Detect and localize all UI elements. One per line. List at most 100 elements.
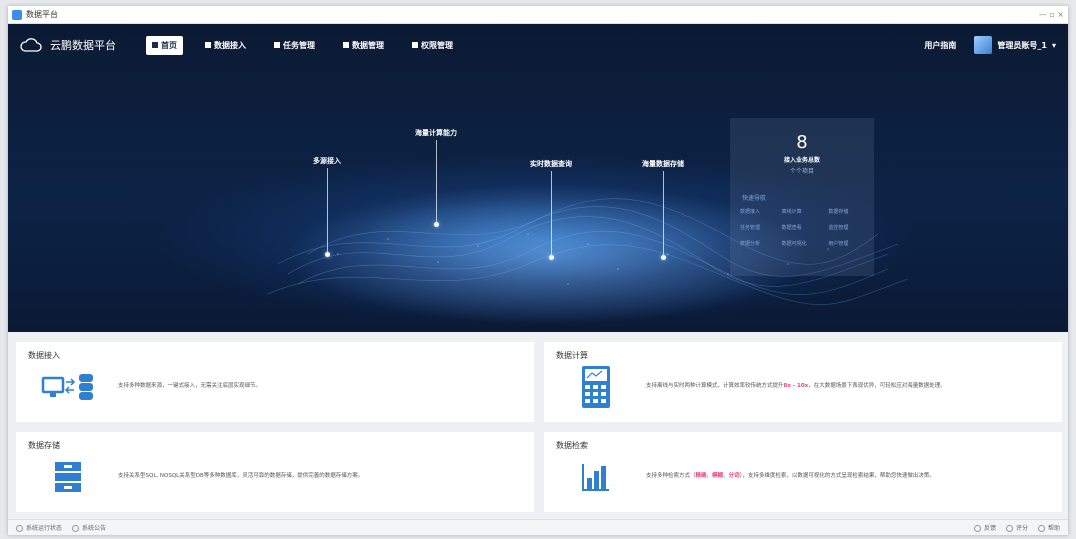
nav-right: 用户指南 管理员账号_1 ▾ [924, 36, 1056, 54]
status-item[interactable]: 系统公告 [72, 523, 106, 532]
task-icon [274, 42, 280, 48]
status-bar: 系统运行状态 系统公告 反馈 评分 帮助 [8, 519, 1068, 535]
business-count-label: 接入业务总数 [783, 157, 820, 164]
status-item[interactable]: 帮助 [1037, 523, 1060, 532]
card-data-ingest[interactable]: 数据接入 支持多种数据来源，一键式接入，无需关注底层实现细节。 [16, 342, 534, 422]
user-guide-link[interactable]: 用户指南 [924, 40, 956, 51]
feature-stem [663, 171, 664, 257]
nav-item-label: 数据接入 [214, 40, 246, 50]
card-title: 数据存储 [28, 441, 60, 450]
feedback-icon [973, 525, 981, 532]
feature-label: 海量数据存储 [642, 160, 684, 168]
feature-label: 实时数据查询 [530, 160, 572, 168]
brand[interactable]: 云鹏数据平台 [20, 37, 116, 53]
desc-highlight: 精确 [695, 473, 707, 480]
particle-wave-background [267, 184, 909, 324]
top-navbar: 云鹏数据平台 首页 数据接入 任务管理 数据管理 权限管理 用户指南 管理员账号… [8, 24, 1068, 66]
business-count-sub: 个个项目 [789, 168, 814, 175]
quick-nav-link[interactable]: 数据接入 [740, 208, 776, 215]
nav-item-home[interactable]: 首页 [146, 35, 183, 55]
desc-text: 支持多种检索方式（ [646, 473, 696, 480]
status-item[interactable]: 系统运行状态 [16, 523, 62, 532]
nav-item-label: 任务管理 [283, 40, 315, 50]
data-ingest-icon [40, 367, 96, 407]
card-desc: 支持离线与实时两种计算模式，计算效率较传统方式提升8x - 10x，在大数据场景… [646, 382, 946, 392]
quick-nav-link[interactable]: 离线计算 [782, 208, 823, 215]
quick-nav-link[interactable]: 数据分析 [740, 240, 776, 247]
card-title: 数据计算 [556, 351, 588, 360]
nav-item-label: 权限管理 [421, 40, 453, 50]
user-menu[interactable]: 管理员账号_1 ▾ [974, 36, 1056, 54]
user-name: 管理员账号_1 [997, 40, 1047, 50]
card-desc: 支持关系型SQL, NOSQL关系型DB等多种数据库，灵活可靠的数据存储，提供完… [118, 473, 364, 480]
status-item[interactable]: 反馈 [973, 523, 996, 532]
quick-nav-link[interactable]: 任务管理 [740, 224, 776, 231]
quick-nav-tags: 数据接入 离线计算 数据存储 任务管理 数据查看 监控管理 数据分析 数据可视化… [730, 208, 874, 247]
card-desc: 支持多种检索方式（精确、模糊、分词），支持多维度检索，以数据可视化的方式呈现检索… [646, 472, 935, 482]
desc-text: ），支持多维度检索，以数据可视化的方式呈现检索结果，帮助您快速做出决策。 [739, 473, 935, 480]
bar-chart-icon [568, 457, 624, 497]
feature-storage: 海量数据存储 [635, 159, 691, 260]
desc-highlight: 分词 [728, 473, 740, 480]
desc-text: 支持离线与实时两种计算模式，计算效率较传统方式提升 [646, 383, 784, 390]
card-desc: 支持多种数据来源，一键式接入，无需关注底层实现细节。 [118, 383, 262, 390]
feature-label: 海量计算能力 [415, 129, 457, 137]
status-circle-icon [16, 525, 23, 532]
card-data-compute[interactable]: 数据计算 支持离线与实时两种计算模式，计算效率较传统方式提升8x - 10x，在… [544, 342, 1062, 422]
chevron-down-icon: ▾ [1051, 40, 1056, 50]
title-bar: 数据平台 — ▫ × [8, 6, 1068, 24]
quick-nav-link[interactable]: 监控管理 [828, 224, 864, 231]
feature-cards: 数据接入 支持多种数据来源，一键式接入，无需关注底层实现细节。 数据计算 支持离… [16, 342, 1062, 512]
brand-name: 云鹏数据平台 [50, 39, 116, 52]
main-nav: 首页 数据接入 任务管理 数据管理 权限管理 [146, 35, 459, 55]
business-count: 8 [796, 132, 808, 153]
feature-stem [327, 168, 328, 254]
card-title: 数据接入 [28, 351, 60, 360]
nav-item-data-management[interactable]: 数据管理 [337, 36, 390, 55]
feature-stem [551, 171, 552, 257]
stats-panel: 8 接入业务总数 个个项目 快速导航 数据接入 离线计算 数据存储 任务管理 数… [730, 118, 874, 276]
feature-label: 多源接入 [313, 157, 341, 165]
card-data-search[interactable]: 数据检索 支持多种检索方式（精确、模糊、分词），支持多维度检索，以数据可视化的方… [544, 432, 1062, 512]
window-controls[interactable]: — ▫ × [1039, 10, 1064, 19]
card-title: 数据检索 [556, 441, 588, 450]
quick-nav-link[interactable]: 数据可视化 [782, 240, 823, 247]
storage-icon [40, 457, 96, 497]
feature-compute: 海量计算能力 [408, 128, 464, 227]
desc-highlight: 8x - 10x [783, 383, 809, 390]
feature-realtime-query: 实时数据查询 [523, 159, 579, 260]
database-icon [205, 42, 211, 48]
nav-item-data-ingest[interactable]: 数据接入 [199, 36, 252, 55]
desc-text: ，在大数据场景下表现优异，可轻松应对海量数据处理。 [808, 383, 946, 390]
avatar [974, 36, 993, 54]
calculator-icon [568, 366, 624, 408]
feature-dot [325, 252, 330, 257]
quick-nav-link[interactable]: 数据查看 [782, 224, 823, 231]
data-icon [343, 42, 349, 48]
window-title: 数据平台 [26, 10, 58, 19]
feature-multi-source: 多源接入 [302, 156, 352, 257]
nav-item-permission[interactable]: 权限管理 [406, 36, 459, 55]
status-item[interactable]: 评分 [1005, 523, 1028, 532]
nav-item-label: 首页 [161, 40, 177, 50]
app-window: 数据平台 — ▫ × 云鹏数据平台 首页 数据接入 任务管理 数据管理 权限管理… [8, 6, 1068, 535]
quick-nav-link[interactable]: 数据存储 [828, 208, 864, 215]
card-data-storage[interactable]: 数据存储 支持关系型SQL, NOSQL关系型DB等多种数据库，灵活可靠的数据存… [16, 432, 534, 512]
home-icon [152, 42, 158, 48]
quick-nav-title: 快速导航 [742, 195, 767, 202]
feature-dot [549, 255, 554, 260]
desc-highlight: 模糊 [712, 473, 724, 480]
feature-dot [661, 255, 666, 260]
app-icon [12, 9, 22, 20]
feature-dot [434, 222, 439, 227]
user-group-icon [412, 42, 418, 48]
help-icon [1037, 525, 1045, 532]
rating-icon [1005, 525, 1013, 532]
quick-nav-link[interactable]: 用户管理 [828, 240, 864, 247]
nav-item-label: 数据管理 [352, 40, 384, 50]
nav-item-task-management[interactable]: 任务管理 [268, 36, 321, 55]
feature-stem [436, 140, 437, 224]
hero-banner: 云鹏数据平台 首页 数据接入 任务管理 数据管理 权限管理 用户指南 管理员账号… [8, 24, 1068, 332]
cloud-logo-icon [20, 38, 42, 52]
status-circle-icon [72, 525, 80, 532]
